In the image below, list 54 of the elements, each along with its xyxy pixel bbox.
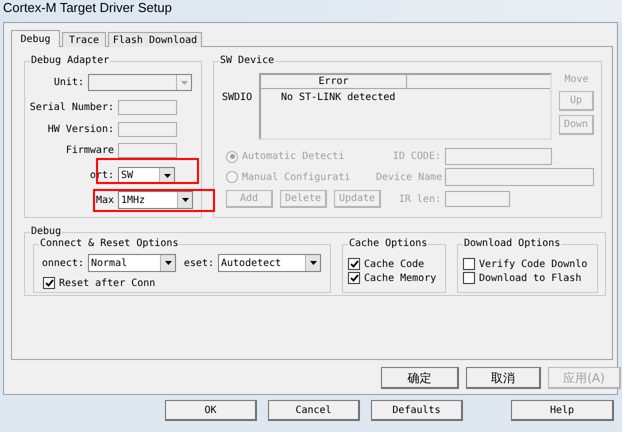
button[interactable]: Defaults xyxy=(371,400,463,421)
checkbox-label: Reset after Conn xyxy=(59,276,156,290)
field-label: Serial Number: xyxy=(28,101,114,115)
list-item[interactable]: No ST-LINK detected xyxy=(261,92,550,104)
checkbox-label: Download to Flash xyxy=(479,272,582,286)
field-label: onnect: xyxy=(40,256,84,270)
column-header: Error xyxy=(261,75,407,88)
field-label: ID CODE: xyxy=(392,150,441,164)
dropdown[interactable]: Normal xyxy=(88,254,176,272)
tab[interactable]: Flash Download xyxy=(108,32,202,47)
caret-icon xyxy=(182,198,188,202)
radio-label: Manual Configurati xyxy=(242,170,350,184)
field-label: Max xyxy=(94,194,114,208)
caret-icon xyxy=(310,261,316,265)
dropdown[interactable]: Autodetect xyxy=(218,254,321,272)
window-title: Cortex-M Target Driver Setup xyxy=(0,0,622,22)
dropdown[interactable]: 1MHz xyxy=(118,191,193,209)
button[interactable]: 确定 xyxy=(381,367,459,389)
move-label: Move xyxy=(564,74,589,86)
group-title: Debug xyxy=(30,226,62,238)
checkbox[interactable] xyxy=(463,258,475,270)
input-field[interactable] xyxy=(118,122,177,137)
input-field[interactable] xyxy=(445,191,510,207)
field-label: Unit: xyxy=(52,76,84,90)
group-title: Cache Options xyxy=(348,238,428,250)
checkbox[interactable] xyxy=(463,272,475,284)
field-label: eset: xyxy=(182,256,214,270)
caret-icon xyxy=(180,80,188,84)
button[interactable]: Help xyxy=(511,400,614,421)
button[interactable]: 取消 xyxy=(466,367,541,389)
radio-label: Automatic Detecti xyxy=(242,150,344,164)
checkbox[interactable] xyxy=(348,258,360,270)
checkbox-label: Cache Memory xyxy=(364,272,436,286)
checkbox-label: Cache Code xyxy=(364,258,424,272)
group-title: Connect & Reset Options xyxy=(39,238,180,250)
input-field[interactable] xyxy=(445,148,552,165)
caret-icon xyxy=(164,261,172,265)
checkbox[interactable] xyxy=(348,272,360,284)
input-field[interactable] xyxy=(118,100,177,115)
input-field[interactable] xyxy=(118,143,177,158)
checkbox-label: Verify Code Downlo xyxy=(479,258,588,272)
row-label: SWDIO xyxy=(222,92,254,104)
tab[interactable]: Debug xyxy=(11,30,60,47)
input-field[interactable] xyxy=(445,168,594,186)
button[interactable]: OK xyxy=(165,400,257,421)
tab[interactable]: Trace xyxy=(62,32,106,47)
field-label: HW Version: xyxy=(46,123,114,137)
caret-icon xyxy=(164,174,170,178)
group-title: Download Options xyxy=(463,238,562,250)
field-label: IR len: xyxy=(398,192,441,206)
button[interactable]: Cancel xyxy=(268,400,360,421)
checkbox[interactable] xyxy=(43,277,55,289)
field-label: Firmware xyxy=(64,144,114,158)
group-title: Debug Adapter xyxy=(30,55,110,67)
